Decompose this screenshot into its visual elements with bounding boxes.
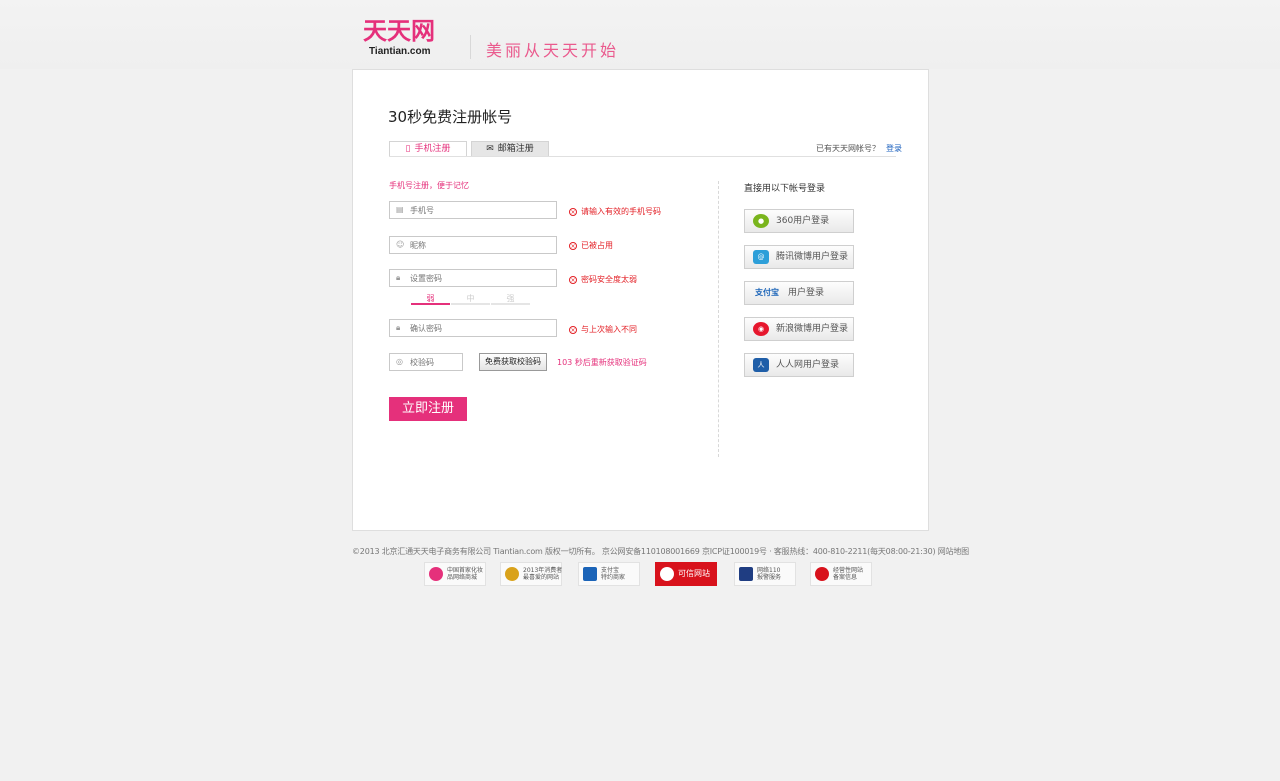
tab-label: 邮箱注册 — [497, 144, 534, 154]
lock-icon: 🔒︎ — [396, 323, 401, 332]
strength-bar-medium — [451, 303, 490, 305]
tab-label: 手机注册 — [414, 144, 451, 154]
login-renren-button[interactable]: 人 人人网用户登录 — [744, 353, 854, 377]
logo-text: 天天网 — [363, 17, 435, 45]
mobile-icon: ▯ — [405, 144, 411, 154]
nickname-input[interactable] — [410, 239, 550, 251]
badge-icon — [815, 567, 829, 581]
strength-bar-weak — [411, 303, 450, 305]
sina-weibo-icon: ◉ — [753, 322, 769, 336]
error-icon: × — [569, 241, 577, 250]
badge-alipay-merchant[interactable]: 支付宝 特约商家 — [578, 562, 640, 586]
third-btn-label: 人人网用户登录 — [776, 360, 840, 370]
badge-text: 中国首家化妆 品网络商城 — [447, 567, 484, 581]
third-btn-label: 用户登录 — [788, 288, 825, 298]
badge-text: 支付宝 特约商家 — [601, 567, 626, 581]
get-code-button[interactable]: 免费获取校验码 — [479, 353, 547, 371]
error-icon: × — [569, 207, 577, 216]
phone-icon: ▤ — [396, 205, 404, 214]
register-hint: 手机号注册，便于记忆 — [389, 181, 469, 190]
badge-text: 可信网站 — [678, 569, 710, 578]
nickname-error: × 已被占用 — [569, 240, 613, 251]
countdown-text: 103 秒后重新获取验证码 — [557, 358, 647, 367]
badge-favorite-site[interactable]: 2013年消费者 最喜爱的网站 — [500, 562, 562, 586]
login-tencent-weibo-button[interactable]: @ 腾讯微博用户登录 — [744, 245, 854, 269]
confirm-password-input[interactable] — [410, 322, 550, 334]
strength-bar-strong — [491, 303, 530, 305]
third-party-title: 直接用以下帐号登录 — [744, 184, 826, 194]
phone-error-text: 请输入有效的手机号码 — [581, 207, 661, 216]
tab-underline — [389, 156, 896, 157]
password-input[interactable] — [410, 272, 550, 284]
logo-divider — [470, 35, 471, 59]
tencent-weibo-icon: @ — [753, 250, 769, 264]
renren-icon: 人 — [753, 358, 769, 372]
nickname-field[interactable]: ☺ — [389, 236, 557, 254]
third-btn-label: 新浪微博用户登录 — [776, 324, 849, 334]
badge-text: 网络110 报警服务 — [757, 567, 782, 581]
badge-cosmetics-mall[interactable]: 中国首家化妆 品网络商城 — [424, 562, 486, 586]
user-icon: ☺ — [396, 240, 405, 249]
badge-text: 2013年消费者 最喜爱的网站 — [523, 567, 563, 581]
third-btn-label: 360用户登录 — [776, 216, 830, 226]
phone-input[interactable] — [410, 204, 550, 216]
badge-icon — [660, 567, 674, 581]
badge-police-110[interactable]: 网络110 报警服务 — [734, 562, 796, 586]
register-button[interactable]: 立即注册 — [389, 397, 467, 421]
login-alipay-button[interactable]: 支付宝 用户登录 — [744, 281, 854, 305]
login-sina-weibo-button[interactable]: ◉ 新浪微博用户登录 — [744, 317, 854, 341]
logo-domain: Tiantian.com — [369, 46, 431, 57]
login-link[interactable]: 登录 — [886, 144, 902, 153]
confirm-error-text: 与上次输入不同 — [581, 325, 637, 334]
have-account: 已有天天网帐号？ 登录 — [816, 143, 902, 154]
alipay-icon: 支付宝 — [755, 288, 779, 297]
badge-icon — [505, 567, 519, 581]
phone-error: × 请输入有效的手机号码 — [569, 206, 661, 217]
badge-trusted-site[interactable]: 可信网站 — [655, 562, 717, 586]
site-logo[interactable]: 天天网 Tiantian.com — [363, 18, 453, 60]
page-title: 30秒免费注册帐号 — [388, 108, 513, 126]
password-strength: 弱 中 强 — [411, 293, 530, 305]
column-divider — [718, 181, 719, 457]
slogan: 美丽从天天开始 — [486, 41, 620, 60]
lock-icon: 🔒︎ — [396, 273, 401, 282]
login-360-button[interactable]: ● 360用户登录 — [744, 209, 854, 233]
code-field[interactable]: ◎ — [389, 353, 463, 371]
password-error: × 密码安全度太弱 — [569, 274, 637, 285]
error-icon: × — [569, 275, 577, 284]
360-icon: ● — [753, 214, 769, 228]
badge-icon — [583, 567, 597, 581]
confirm-password-field[interactable]: 🔒︎ — [389, 319, 557, 337]
error-icon: × — [569, 325, 577, 334]
top-band — [0, 0, 1280, 69]
tab-email-register[interactable]: ✉ 邮箱注册 — [471, 141, 549, 156]
badge-icon — [739, 567, 753, 581]
confirm-error: × 与上次输入不同 — [569, 324, 637, 335]
mail-icon: ✉ — [486, 144, 494, 154]
have-account-text: 已有天天网帐号？ — [816, 144, 880, 153]
password-error-text: 密码安全度太弱 — [581, 275, 637, 284]
footer-copyright: ©2013 北京汇通天天电子商务有限公司 Tiantian.com 版权一切所有… — [352, 547, 969, 556]
badge-site-record[interactable]: 经营性网站 备案信息 — [810, 562, 872, 586]
password-field[interactable]: 🔒︎ — [389, 269, 557, 287]
third-btn-label: 腾讯微博用户登录 — [776, 252, 849, 262]
badge-text: 经营性网站 备案信息 — [833, 567, 864, 581]
code-input[interactable] — [410, 356, 460, 368]
badge-icon — [429, 567, 443, 581]
tab-phone-register[interactable]: ▯ 手机注册 — [389, 141, 467, 156]
phone-field[interactable]: ▤ — [389, 201, 557, 219]
shield-icon: ◎ — [396, 357, 403, 366]
nickname-error-text: 已被占用 — [581, 241, 613, 250]
